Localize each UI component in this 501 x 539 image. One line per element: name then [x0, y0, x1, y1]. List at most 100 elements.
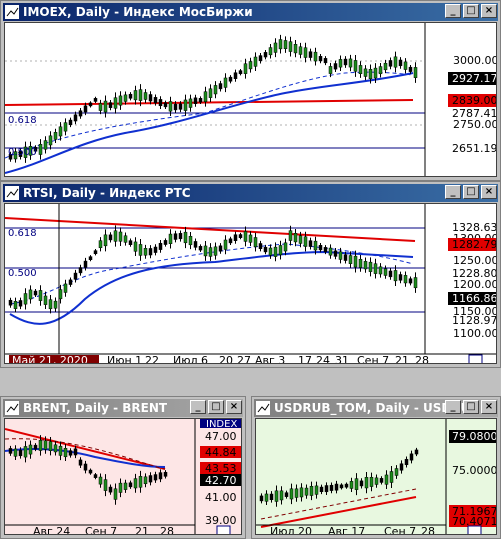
last-price-tag: 79.0800: [452, 430, 497, 443]
time-label: Июн 1: [107, 354, 142, 364]
candle-body: [289, 488, 294, 500]
time-label: 28: [421, 525, 435, 535]
maximize-button[interactable]: □: [463, 4, 479, 18]
scroll-end-icon: [467, 525, 482, 534]
candle-body: [18, 300, 23, 307]
candle-body: [43, 440, 48, 450]
rtsi-chart[interactable]: 0.618 0.500 1328.63 1300.00 1282.79 1250…: [4, 203, 497, 364]
candle-body: [108, 234, 113, 241]
candle-body: [383, 62, 388, 71]
chart-icon: [5, 401, 19, 415]
brent-title: BRENT, Daily - BRENT: [23, 401, 168, 415]
candle-body: [213, 246, 218, 256]
fib-label: 0.500: [8, 147, 37, 158]
rtsi-red-line: [5, 217, 416, 242]
price-level: 3000.00: [453, 54, 497, 67]
imoex-titlebar[interactable]: IMOEX, Daily - Индекс МосБиржи _ □ ×: [3, 3, 498, 21]
candle-body: [259, 495, 264, 502]
brent-titlebar[interactable]: BRENT, Daily - BRENT _ □ ×: [3, 399, 243, 417]
candle-body: [298, 46, 303, 55]
fib-label: 0.500: [8, 268, 37, 279]
time-label: 21: [135, 525, 149, 535]
candle-body: [368, 69, 373, 79]
candle-body: [88, 256, 93, 261]
maximize-button[interactable]: □: [463, 185, 479, 199]
candle-body: [203, 91, 208, 102]
candle-body: [193, 97, 198, 104]
candle-body: [314, 485, 319, 495]
candle-body: [193, 241, 198, 248]
candle-body: [183, 99, 188, 111]
close-button[interactable]: ×: [481, 185, 497, 199]
candle-body: [198, 246, 203, 251]
candle-body: [293, 233, 298, 243]
imoex-window[interactable]: IMOEX, Daily - Индекс МосБиржи _ □ × 0.6…: [0, 0, 501, 181]
candle-body: [338, 251, 343, 260]
time-label: Сен 7: [85, 525, 117, 535]
candle-body: [273, 42, 278, 53]
maximize-button[interactable]: □: [208, 400, 224, 414]
brent-window[interactable]: BRENT, Daily - BRENT _ □ × INDEX 47.00 4…: [0, 396, 246, 539]
candle-body: [343, 58, 348, 66]
close-button[interactable]: ×: [226, 400, 242, 414]
candle-body: [328, 247, 333, 256]
chart-icon: [5, 5, 19, 19]
brent-chart[interactable]: INDEX 47.00 44.84 43.53 42.70 41.00 39.0…: [4, 418, 242, 535]
candle-body: [168, 101, 173, 112]
candle-body: [53, 132, 58, 140]
candle-body: [43, 140, 48, 150]
rtsi-title: RTSI, Daily - Индекс РТС: [23, 186, 191, 200]
candle-body: [338, 59, 343, 68]
candle-body: [393, 56, 398, 68]
candle-body: [23, 293, 28, 305]
candle-body: [263, 246, 268, 253]
candle-body: [133, 478, 138, 489]
candle-body: [384, 474, 389, 485]
candle-body: [73, 114, 78, 122]
rtsi-titlebar[interactable]: RTSI, Daily - Индекс РТС _ □ ×: [3, 184, 498, 202]
minimize-button[interactable]: _: [190, 400, 206, 414]
candle-body: [158, 472, 163, 480]
candle-body: [148, 94, 153, 102]
close-button[interactable]: ×: [481, 4, 497, 18]
candle-body: [148, 248, 153, 256]
candle-body: [243, 63, 248, 74]
candle-body: [308, 240, 313, 247]
candle-body: [183, 231, 188, 244]
candle-body: [123, 482, 128, 490]
cursor-date: Май 21, 2020: [12, 354, 88, 364]
candle-body: [108, 486, 113, 493]
candle-body: [158, 242, 163, 250]
candle-body: [98, 476, 103, 485]
minimize-button[interactable]: _: [445, 185, 461, 199]
candle-body: [128, 240, 133, 245]
minimize-button[interactable]: _: [445, 4, 461, 18]
candle-body: [33, 290, 38, 296]
candle-body: [73, 448, 78, 456]
candle-body: [258, 55, 263, 62]
candle-body: [153, 246, 158, 253]
close-button[interactable]: ×: [481, 400, 497, 414]
candle-body: [408, 66, 413, 72]
candle-body: [103, 100, 108, 113]
minimize-button[interactable]: _: [445, 400, 461, 414]
usdrub-chart[interactable]: 79.0800 75.0000 71.1967 70.4071 Июл 20 А…: [255, 418, 497, 535]
usdrub-window[interactable]: USDRUB_TOM, Daily - USDRUB _ □ × 79.0800…: [251, 396, 501, 539]
candle-body: [23, 446, 28, 458]
candle-body: [133, 90, 138, 101]
rtsi-window[interactable]: RTSI, Daily - Индекс РТС _ □ × 0.618 0.5…: [0, 181, 501, 368]
imoex-title: IMOEX, Daily - Индекс МосБиржи: [23, 5, 253, 19]
imoex-chart[interactable]: 0.618 0.500 3000.00 2927.17 2839.00 2787…: [4, 22, 497, 177]
candle-body: [143, 92, 148, 100]
usdrub-titlebar[interactable]: USDRUB_TOM, Daily - USDRUB _ □ ×: [254, 399, 498, 417]
imoex-red-line: [5, 99, 414, 106]
time-label: 27: [237, 354, 251, 364]
candle-body: [98, 103, 103, 111]
candle-body: [398, 274, 403, 281]
candle-body: [318, 245, 323, 251]
candle-body: [273, 246, 278, 257]
maximize-button[interactable]: □: [463, 400, 479, 414]
candle-body: [168, 233, 173, 244]
candle-body: [248, 234, 253, 243]
candle-body: [178, 233, 183, 240]
